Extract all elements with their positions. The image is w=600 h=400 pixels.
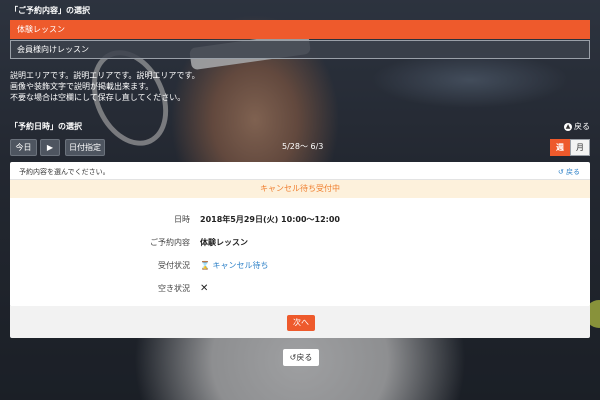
date-pick-button[interactable]: 日付指定	[65, 139, 105, 156]
date-range: 5/28～ 6/3	[282, 142, 324, 151]
cancel-wait-label: キャンセル待ち	[212, 261, 269, 270]
reservation-detail-panel: 予約内容を選んでください。 ↺ 戻る キャンセル待ち受付中 日時 2018年5月…	[10, 162, 590, 307]
back-button-label: 戻る	[296, 353, 313, 362]
panel-header: 予約内容を選んでください。 ↺ 戻る	[10, 162, 590, 180]
detail-label: ご予約内容	[150, 238, 190, 247]
datetime-section-title: 「予約日時」の選択	[10, 122, 82, 131]
panel-prompt: 予約内容を選んでください。	[19, 168, 110, 176]
back-arrow-circle-icon: ▲	[564, 122, 572, 131]
back-button-bottom[interactable]: ↺戻る	[283, 349, 319, 366]
description-line: 不要な場合は空欄にして保存し直してください。	[10, 93, 186, 102]
detail-label: 日時	[174, 215, 190, 224]
next-week-button[interactable]: ▶	[40, 139, 60, 156]
cancel-wait-link[interactable]: ⌛ キャンセル待ち	[200, 260, 269, 271]
today-button[interactable]: 今日	[10, 139, 37, 156]
back-link-top[interactable]: ▲ 戻る	[564, 121, 590, 132]
description-area: 説明エリアです。説明エリアです。説明エリアです。 画像や装飾文字で説明が掲載出来…	[10, 70, 200, 103]
option-trial-lesson[interactable]: 体験レッスン	[10, 20, 590, 39]
hourglass-icon: ⌛	[200, 261, 210, 270]
detail-value: 体験レッスン	[200, 238, 248, 247]
panel-back-link[interactable]: ↺ 戻る	[558, 167, 580, 177]
tab-month[interactable]: 月	[570, 139, 590, 156]
undo-icon: ↺	[557, 168, 564, 176]
cancel-wait-banner: キャンセル待ち受付中	[10, 180, 590, 198]
option-member-lesson[interactable]: 会員様向けレッスン	[10, 40, 590, 59]
description-line: 画像や装飾文字で説明が掲載出来ます。	[10, 82, 154, 91]
next-button[interactable]: 次へ	[287, 315, 315, 331]
reservation-section-title: 「ご予約内容」の選択	[10, 6, 90, 15]
back-link-label: 戻る	[574, 122, 590, 131]
description-line: 説明エリアです。説明エリアです。説明エリアです。	[10, 71, 200, 80]
tab-week[interactable]: 週	[550, 139, 570, 156]
panel-back-label: 戻る	[566, 168, 580, 176]
detail-label: 受付状況	[158, 261, 190, 270]
detail-label: 空き状況	[158, 284, 190, 293]
detail-value: 2018年5月29日(火) 10:00～12:00	[200, 215, 340, 224]
reservation-page: 「ご予約内容」の選択 体験レッスン 会員様向けレッスン 説明エリアです。説明エリ…	[0, 0, 600, 400]
chevron-right-icon: ▶	[46, 143, 54, 152]
unavailable-x-icon: ✕	[200, 283, 209, 294]
